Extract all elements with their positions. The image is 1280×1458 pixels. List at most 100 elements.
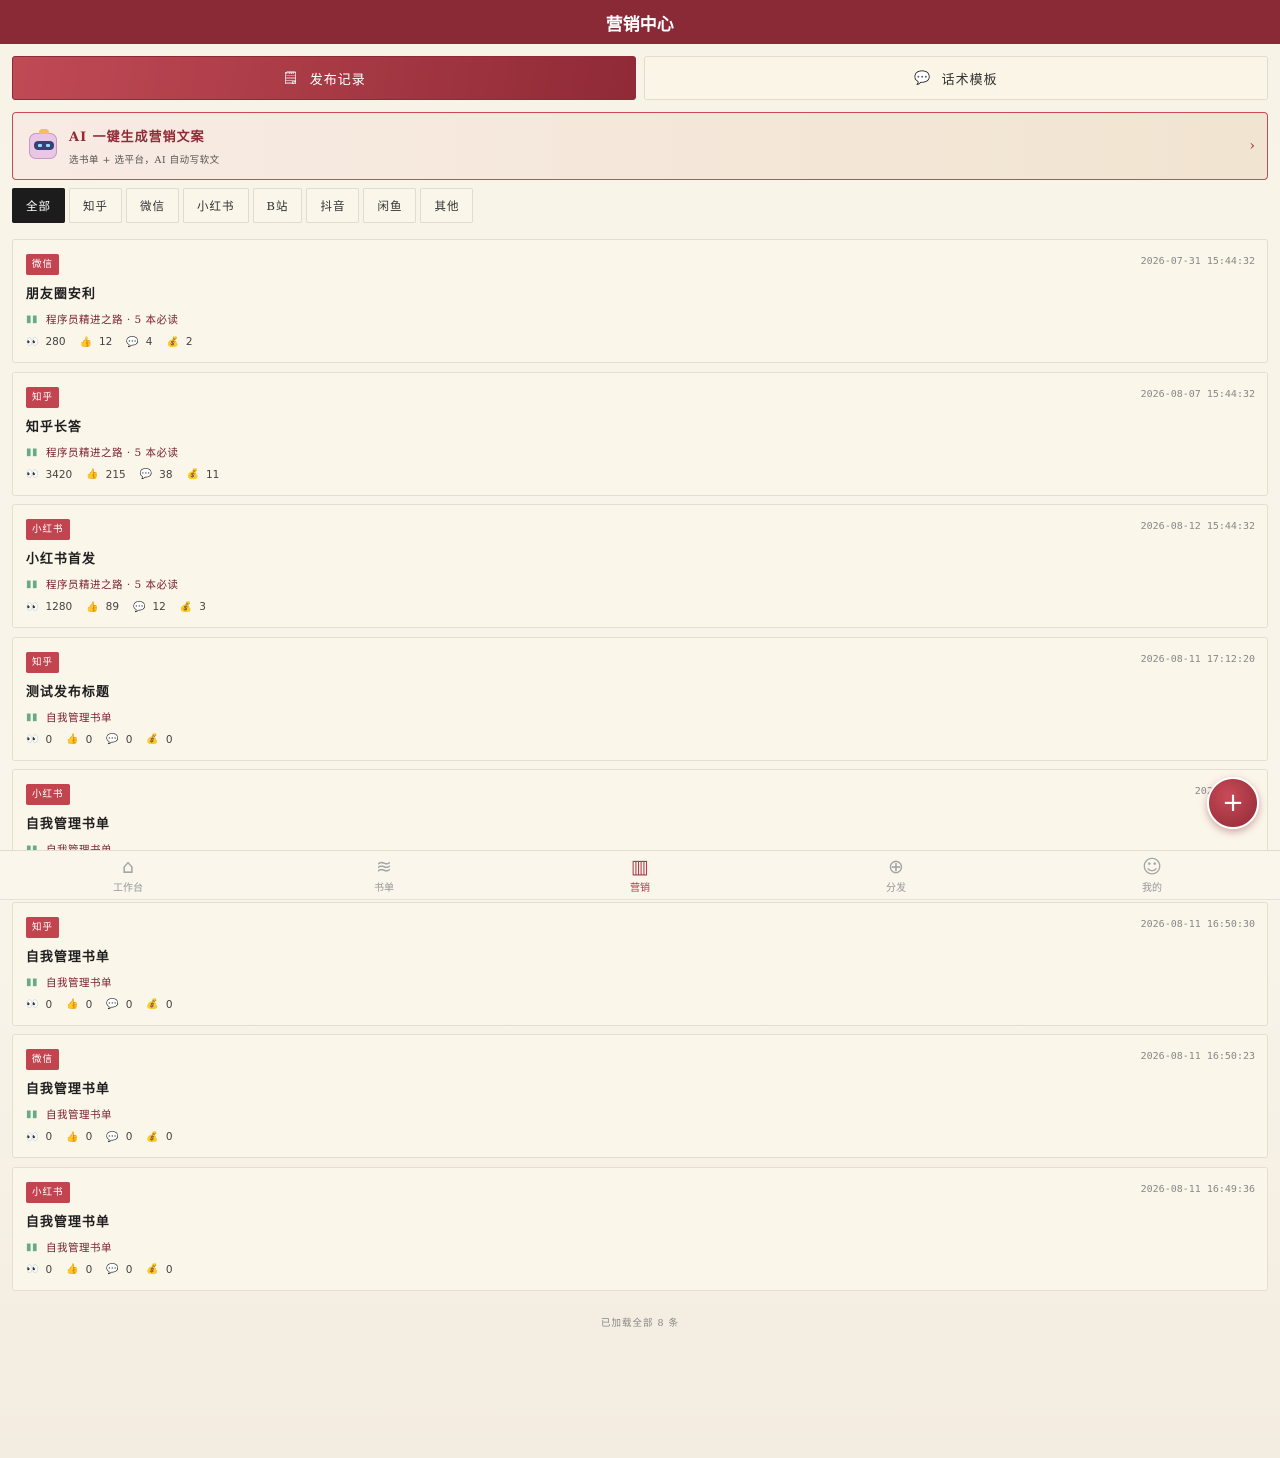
record-title: 小红书首发 [26,552,97,567]
ai-banner-subtitle: 选书单 + 选平台，AI 自动写软文 [69,155,220,166]
publish-date: 2026-08-11 16:50:30 [1140,918,1255,930]
nav-label: 营销 [630,883,650,894]
filter-douyin[interactable]: 抖音 [306,188,360,223]
comment-icon: 💬 [139,469,153,480]
publish-date: 2026-08-07 15:44:32 [1140,388,1255,400]
filter-bilibili[interactable]: B站 [252,188,303,223]
booklist-name: 程序员精进之路 · 5 本必读 [46,446,179,459]
nav-profile[interactable]: ☺ 我的 [1024,851,1280,899]
booklist-ref: ▮▮ 自我管理书单 [26,1240,1255,1255]
books-icon: ▮▮ [26,1109,39,1120]
eyes-icon: 👀 [26,734,39,745]
record-card[interactable]: 小红书 2026-08-12 15:44:32 小红书首发 ▮▮ 程序员精进之路… [12,504,1268,628]
record-stats: 👀 0 👍 0 💬 0 💰 0 [26,999,1255,1011]
record-title: 测试发布标题 [26,684,111,700]
views-count: 1280 [45,601,73,613]
tab-script-templates[interactable]: 💬 话术模板 [644,56,1268,100]
nav-workbench[interactable]: ⌂ 工作台 [0,851,256,899]
comment-icon: 💬 [106,1131,119,1143]
money-bag-icon: 💰 [146,734,159,745]
comment-icon: 💬 [106,999,119,1010]
record-card[interactable]: 微信 2026-07-31 15:44:32 朋友圈安利 ▮▮ 程序员精进之路 … [12,239,1268,363]
thumbs-up-icon: 👍 [79,336,92,348]
platform-badge: 知乎 [26,651,60,673]
platform-badge: 小红书 [26,784,70,805]
coins-count: 0 [165,733,173,746]
speech-bubble-icon: 💬 [914,70,932,86]
chevron-right-icon: › [1249,138,1255,154]
books-icon: ▮▮ [26,446,39,458]
platform-badge: 小红书 [26,1181,70,1203]
record-stats: 👀 0 👍 0 💬 0 💰 0 [26,1264,1255,1276]
views-count: 3420 [45,468,73,481]
comments-count: 0 [125,1131,133,1143]
eyes-icon: 👀 [26,1131,39,1143]
filter-zhihu[interactable]: 知乎 [69,188,122,223]
ai-banner-title: AI 一键生成营销文案 [69,130,205,145]
nav-label: 我的 [1142,883,1162,894]
coins-count: 0 [165,998,173,1011]
filter-wechat[interactable]: 微信 [126,188,179,223]
filter-all[interactable]: 全部 [12,188,65,223]
ai-generate-banner[interactable]: AI 一键生成营销文案 选书单 + 选平台，AI 自动写软文 › [12,112,1268,180]
money-bag-icon: 💰 [179,601,193,613]
booklist-name: 自我管理书单 [46,1109,113,1121]
thumbs-up-icon: 👍 [86,601,99,613]
books-icon: ▮▮ [26,579,39,590]
camera-home-icon: ⌂ [121,856,135,878]
record-stats: 👀 0 👍 0 💬 0 💰 0 [26,1131,1255,1143]
comment-icon: 💬 [133,601,146,613]
booklist-ref: ▮▮ 自我管理书单 [26,975,1255,990]
thumbs-up-icon: 👍 [66,1131,79,1143]
record-card[interactable]: 知乎 2026-08-11 16:50:30 自我管理书单 ▮▮ 自我管理书单 … [12,901,1268,1026]
tab-publish-records[interactable]: 🗒 发布记录 [12,56,636,100]
record-card[interactable]: 知乎 2026-08-07 15:44:32 知乎长答 ▮▮ 程序员精进之路 ·… [12,371,1268,496]
filter-xiaohongshu[interactable]: 小红书 [183,188,249,223]
record-title: 自我管理书单 [26,1214,111,1230]
books-icon: ▮▮ [26,711,39,723]
eyes-icon: 👀 [26,1264,39,1275]
thumbs-up-icon: 👍 [66,1264,79,1275]
views-count: 0 [45,1131,53,1143]
tab-label: 话术模板 [941,72,998,88]
comments-count: 0 [125,998,133,1011]
record-title: 自我管理书单 [26,1082,111,1097]
likes-count: 0 [85,1263,93,1276]
money-bag-icon: 💰 [166,336,179,348]
views-count: 0 [45,733,53,746]
nav-marketing[interactable]: ▥ 营销 [512,851,768,899]
nav-label: 书单 [374,883,394,894]
eyes-icon: 👀 [26,999,39,1010]
coins-count: 11 [205,468,220,481]
nav-booklist[interactable]: ≋ 书单 [256,851,512,899]
thumbs-up-icon: 👍 [66,734,79,745]
views-count: 0 [45,1263,53,1276]
books-icon: ▮▮ [26,1241,39,1253]
eyes-icon: 👀 [26,469,39,480]
record-title: 自我管理书单 [26,817,111,832]
tab-bar: 🗒 发布记录 💬 话术模板 [0,44,1280,100]
filter-other[interactable]: 其他 [420,188,474,223]
comments-count: 4 [145,336,153,348]
load-complete-text: 已加载全部 8 条 [600,1317,680,1329]
filter-xianyu[interactable]: 闲鱼 [363,188,417,223]
nav-label: 工作台 [113,883,143,894]
record-card[interactable]: 微信 2026-08-11 16:50:23 自我管理书单 ▮▮ 自我管理书单 … [12,1034,1268,1158]
likes-count: 215 [105,468,126,481]
platform-badge: 微信 [26,1049,60,1070]
thumbs-up-icon: 👍 [86,469,99,480]
platform-badge: 知乎 [26,916,60,938]
nav-distribute[interactable]: ⊕ 分发 [768,851,1024,899]
coins-count: 0 [165,1263,173,1276]
comments-count: 38 [159,468,173,481]
booklist-name: 程序员精进之路 · 5 本必读 [46,314,179,326]
comment-icon: 💬 [106,734,119,745]
likes-count: 0 [85,998,93,1011]
books-icon: ▮▮ [26,314,39,325]
record-card[interactable]: 知乎 2026-08-11 17:12:20 测试发布标题 ▮▮ 自我管理书单 … [12,636,1268,761]
globe-icon: ⊕ [888,856,904,878]
record-card[interactable]: 小红书 2026-08-11 16:49:36 自我管理书单 ▮▮ 自我管理书单… [12,1166,1268,1291]
add-record-button[interactable]: + [1207,777,1259,829]
record-stats: 👀 280 👍 12 💬 4 💰 2 [26,336,1255,348]
tab-label: 发布记录 [309,72,366,88]
